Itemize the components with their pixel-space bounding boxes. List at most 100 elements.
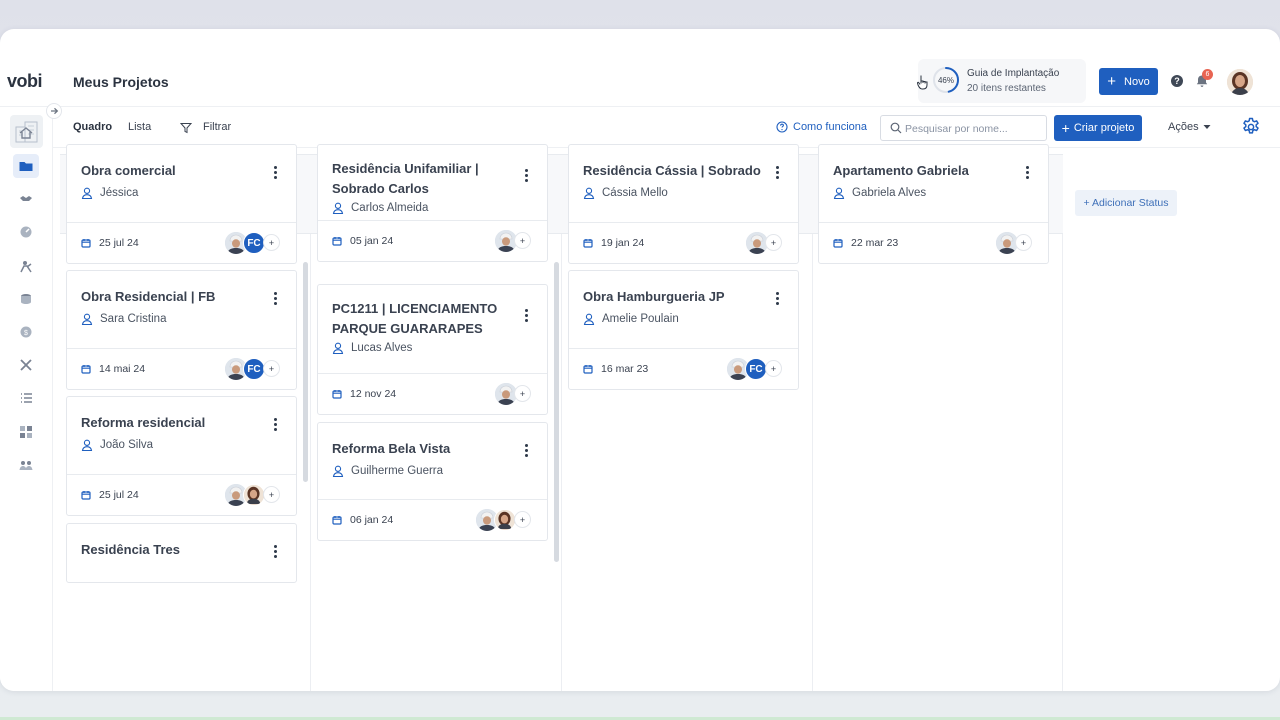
sidebar-item-team[interactable] <box>13 453 39 477</box>
project-card[interactable]: Obra Residencial | FB Sara Cristina 14 mai… <box>66 270 297 390</box>
project-card[interactable]: Reforma Bela Vista Guilherme Guerra 06 jan… <box>317 422 548 541</box>
gauge-icon <box>20 226 32 238</box>
project-card[interactable]: Obra Hamburgueria JP Amelie Poulain 16 mar… <box>568 270 799 390</box>
guide-percent: 46% <box>937 75 954 85</box>
project-date: 06 jan 24 <box>332 514 393 526</box>
project-date-text: 25 jul 24 <box>99 489 139 501</box>
create-project-button[interactable]: + Criar projeto <box>1054 115 1142 141</box>
project-title[interactable]: Residência Unifamiliar | Sobrado Carlos <box>332 159 512 199</box>
search-box <box>880 115 1047 141</box>
add-member-button[interactable]: + <box>263 360 280 377</box>
card-menu-icon[interactable] <box>273 418 277 431</box>
add-member-button[interactable]: + <box>263 486 280 503</box>
column-scrollbar[interactable] <box>303 262 308 482</box>
team-icon <box>19 461 33 470</box>
project-date: 05 jan 24 <box>332 235 393 247</box>
add-member-button[interactable]: + <box>1015 234 1032 251</box>
sidebar-item-dollar[interactable]: $ <box>13 320 39 344</box>
project-title[interactable]: PC1211 | LICENCIAMENTO PARQUE GUARARAPES <box>332 299 512 339</box>
card-menu-icon[interactable] <box>524 309 528 322</box>
member-avatar[interactable] <box>243 484 265 506</box>
project-date-text: 16 mar 23 <box>601 363 649 375</box>
tab-lista[interactable]: Lista <box>128 121 151 133</box>
card-menu-icon[interactable] <box>524 444 528 457</box>
calendar-icon <box>332 390 342 399</box>
gear-icon[interactable] <box>1241 117 1261 137</box>
column-scrollbar[interactable] <box>554 262 559 562</box>
tab-quadro[interactable]: Quadro <box>73 121 112 133</box>
add-member-button[interactable]: + <box>514 232 531 249</box>
member-avatar[interactable] <box>494 509 516 531</box>
sidebar-item-apps[interactable] <box>13 420 39 444</box>
project-card[interactable]: PC1211 | LICENCIAMENTO PARQUE GUARARAPES… <box>317 284 548 415</box>
project-card[interactable]: Reforma residencial João Silva 25 jul 24 + <box>66 396 297 516</box>
card-footer: 25 jul 24 + <box>67 474 296 515</box>
sidebar-item-home[interactable] <box>13 121 39 145</box>
add-member-button[interactable]: + <box>765 360 782 377</box>
help-icon[interactable]: ? <box>1171 75 1183 87</box>
project-title[interactable]: Obra comercial <box>81 161 261 181</box>
project-owner-name: João Silva <box>100 439 154 451</box>
calendar-icon <box>583 365 593 374</box>
member-avatar-initials[interactable]: FC <box>243 232 265 254</box>
project-title[interactable]: Obra Residencial | FB <box>81 287 261 307</box>
project-date: 25 jul 24 <box>81 237 139 249</box>
collapse-sidebar-button[interactable] <box>46 103 62 119</box>
apps-icon <box>20 426 32 438</box>
new-button-label: Novo <box>1124 75 1150 88</box>
sidebar: $ <box>0 107 53 691</box>
add-member-button[interactable]: + <box>263 234 280 251</box>
add-member-button[interactable]: + <box>514 385 531 402</box>
sidebar-item-list[interactable] <box>13 386 39 410</box>
add-status-button[interactable]: + Adicionar Status <box>1075 190 1177 216</box>
vobi-logo[interactable]: vobi <box>7 71 43 92</box>
project-owner-name: Carlos Almeida <box>351 202 429 214</box>
calendar-icon <box>81 239 91 248</box>
sidebar-item-worker[interactable] <box>13 254 39 278</box>
project-owner-name: Sara Cristina <box>100 313 167 325</box>
card-menu-icon[interactable] <box>273 166 277 179</box>
project-card[interactable]: Residência Cássia | Sobrado Cássia Mello 1… <box>568 144 799 264</box>
card-menu-icon[interactable] <box>775 166 779 179</box>
filter-icon[interactable] <box>180 122 192 134</box>
project-date-text: 25 jul 24 <box>99 237 139 249</box>
sidebar-item-folder[interactable] <box>13 154 39 178</box>
new-button[interactable]: + Novo <box>1099 68 1158 95</box>
coins-icon <box>21 294 31 304</box>
project-title[interactable]: Residência Cássia | Sobrado <box>583 161 763 181</box>
sidebar-item-tools[interactable] <box>13 353 39 377</box>
project-title[interactable]: Residência Tres <box>81 540 261 560</box>
card-menu-icon[interactable] <box>273 545 277 558</box>
card-menu-icon[interactable] <box>1025 166 1029 179</box>
user-avatar[interactable] <box>1227 69 1253 95</box>
project-card[interactable]: Residência Unifamiliar | Sobrado Carlos C… <box>317 144 548 262</box>
member-avatar-initials[interactable]: FC <box>745 358 767 380</box>
project-title[interactable]: Apartamento Gabriela <box>833 161 1013 181</box>
project-title[interactable]: Reforma residencial <box>81 413 261 433</box>
implementation-guide[interactable]: 46% Guia de Implantação 20 itens restant… <box>918 59 1086 103</box>
sidebar-item-coins[interactable] <box>13 287 39 311</box>
card-menu-icon[interactable] <box>524 169 528 182</box>
card-menu-icon[interactable] <box>775 292 779 305</box>
project-card[interactable]: Apartamento Gabriela Gabriela Alves 22 mar… <box>818 144 1049 264</box>
project-title[interactable]: Obra Hamburgueria JP <box>583 287 763 307</box>
filter-button[interactable]: Filtrar <box>203 121 231 133</box>
sidebar-item-gauge[interactable] <box>13 220 39 244</box>
top-header: vobi Meus Projetos 46% Guia de Implantaç… <box>0 29 1280 107</box>
project-owner-name: Gabriela Alves <box>852 187 927 199</box>
caret-down-icon <box>1203 125 1211 129</box>
member-avatar-initials[interactable]: FC <box>243 358 265 380</box>
add-member-button[interactable]: + <box>514 511 531 528</box>
project-card[interactable]: Obra comercial Jéssica 25 jul 24 FC + <box>66 144 297 264</box>
how-it-works-link[interactable]: Como funciona <box>776 121 867 133</box>
card-menu-icon[interactable] <box>273 292 277 305</box>
project-title[interactable]: Reforma Bela Vista <box>332 439 512 459</box>
project-card[interactable]: Residência Tres <box>66 523 297 583</box>
calendar-icon <box>332 516 342 525</box>
search-input[interactable] <box>905 121 1041 136</box>
status-column: Pré-obra• 4 ProjetosResidência Unifamili… <box>311 144 562 691</box>
plus-icon: + <box>1061 120 1070 136</box>
sidebar-item-handshake[interactable] <box>13 187 39 211</box>
add-member-button[interactable]: + <box>765 234 782 251</box>
actions-dropdown[interactable]: Ações <box>1168 121 1211 133</box>
